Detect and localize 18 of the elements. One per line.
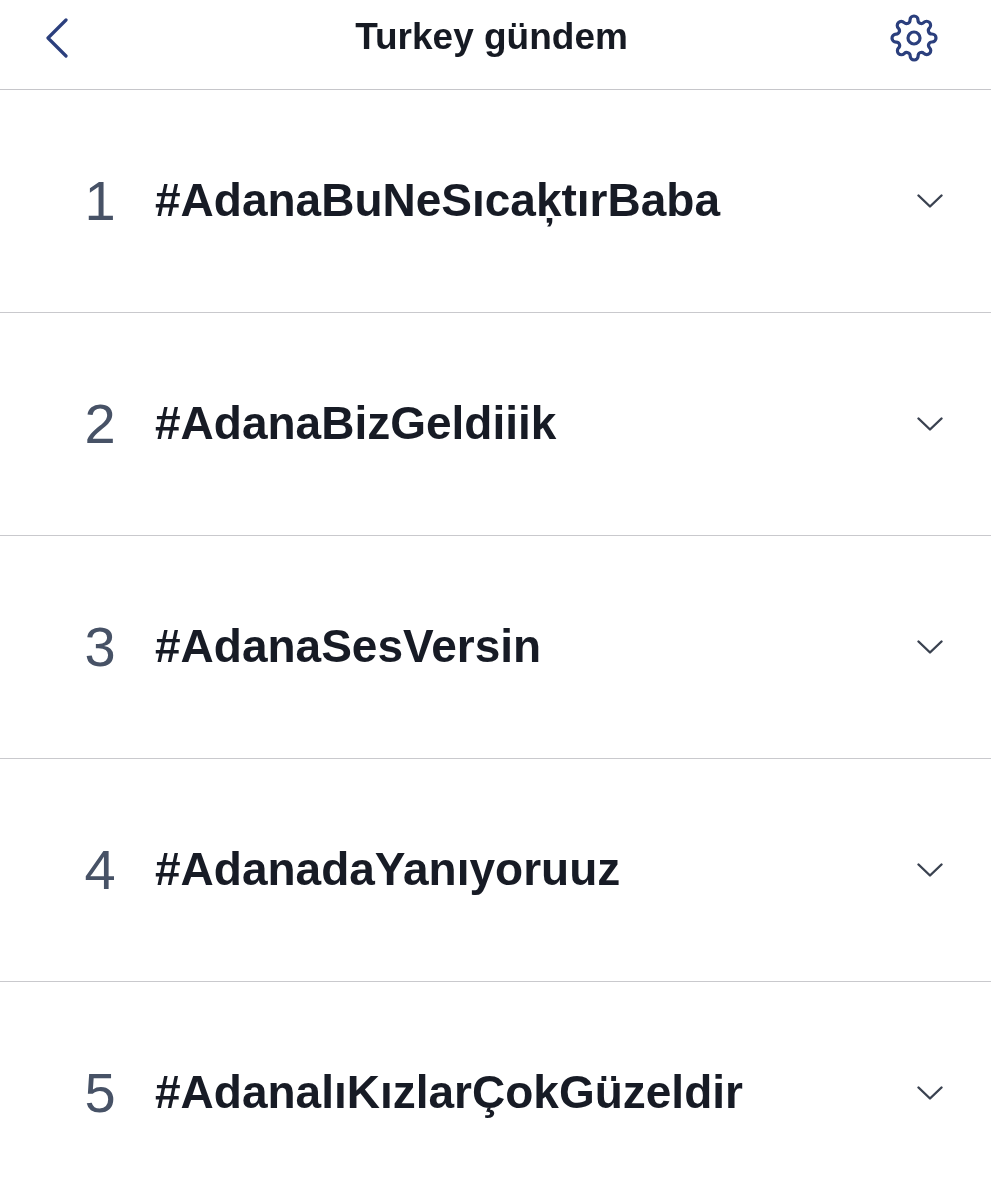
trend-hashtag[interactable]: #AdanadaYanıyoruuz — [155, 842, 621, 898]
trend-rank: 2 — [84, 393, 116, 455]
trend-rank: 3 — [84, 616, 116, 678]
trend-hashtag[interactable]: #AdanaBuNeSıcaķtırBaba — [155, 173, 720, 229]
chevron-down-icon[interactable] — [917, 863, 943, 877]
settings-icon[interactable] — [890, 13, 938, 62]
trend-rank: 5 — [84, 1062, 116, 1124]
trend-rank: 4 — [84, 839, 116, 901]
trend-hashtag[interactable]: #AdanaSesVersin — [155, 619, 542, 675]
trend-rank: 1 — [84, 170, 116, 232]
trend-hashtag[interactable]: #AdanaBizGeldiiik — [155, 396, 557, 452]
chevron-down-icon[interactable] — [917, 1086, 943, 1100]
chevron-down-icon[interactable] — [917, 417, 943, 431]
page-title: Turkey gündem — [355, 15, 628, 58]
back-icon[interactable] — [45, 17, 69, 58]
chevron-down-icon[interactable] — [917, 640, 943, 654]
trend-hashtag[interactable]: #AdanalıKızlarÇokGüzeldir — [155, 1065, 743, 1121]
chevron-down-icon[interactable] — [917, 194, 943, 208]
